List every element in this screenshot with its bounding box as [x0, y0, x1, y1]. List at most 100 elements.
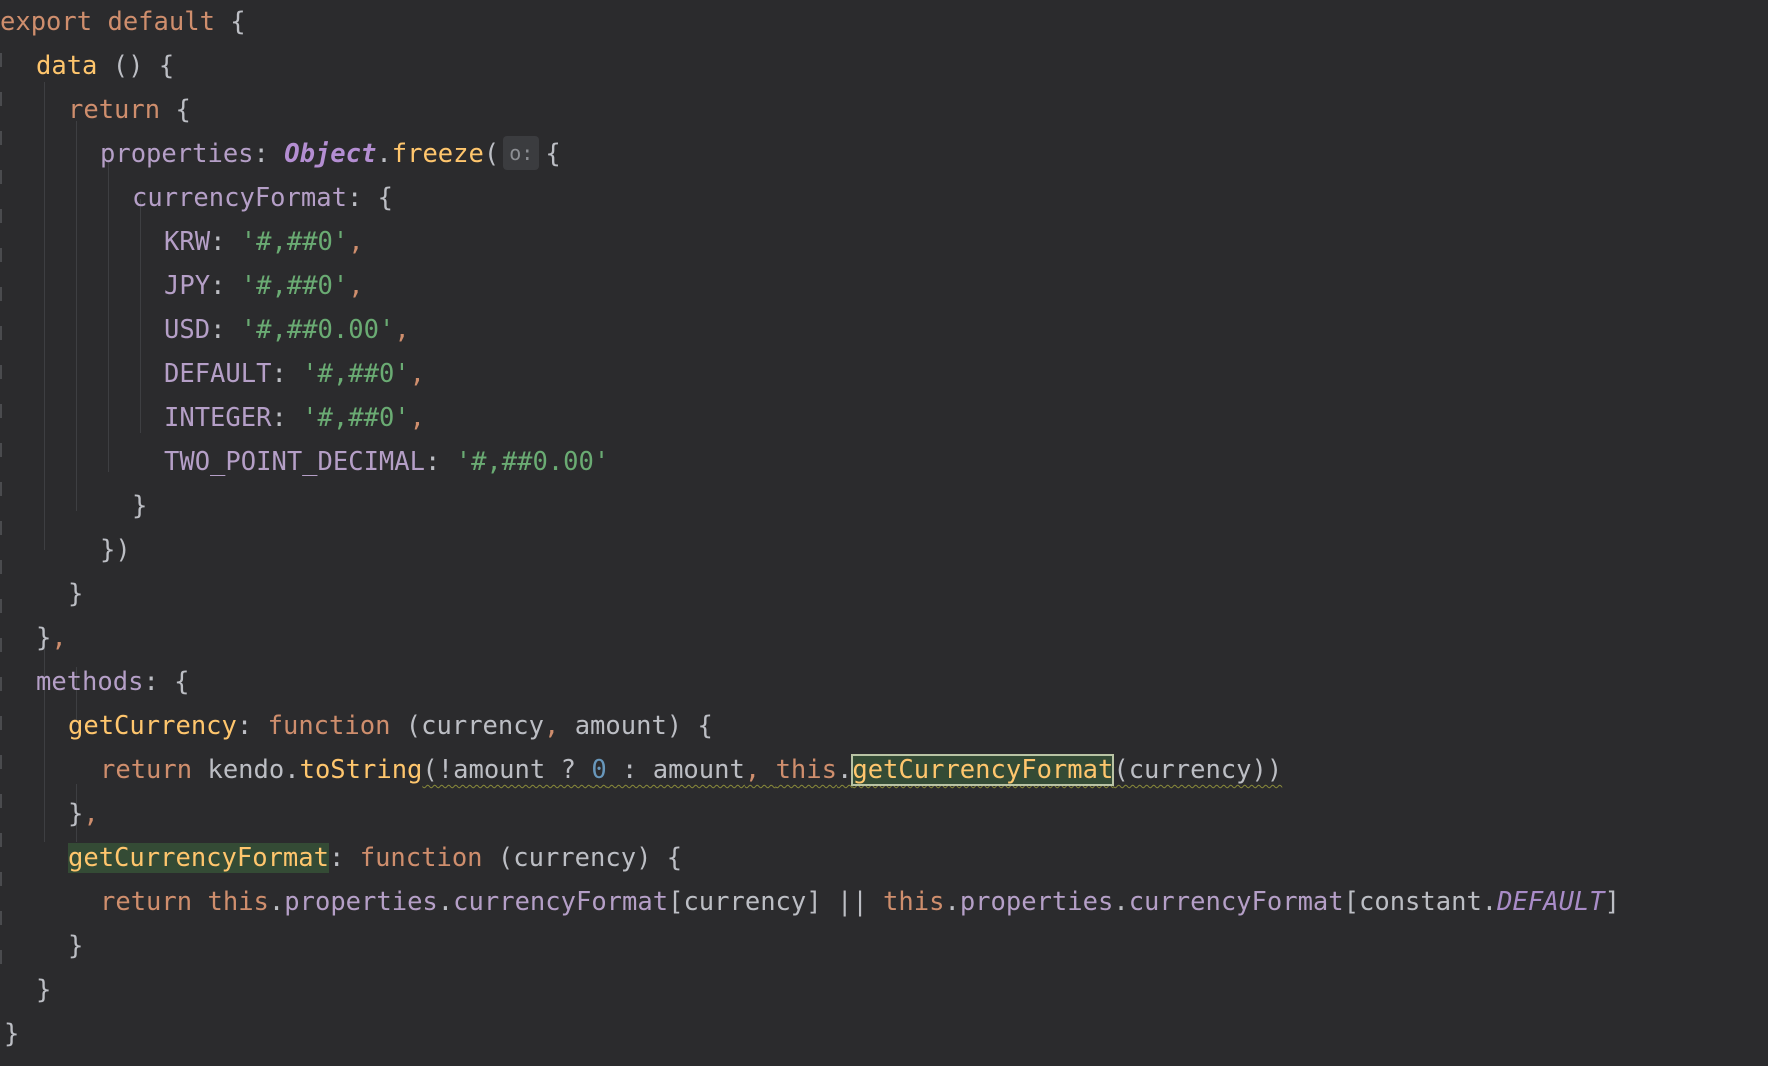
fold-marker[interactable] [0, 560, 2, 574]
token-param: (currency [390, 711, 544, 741]
token-param: (currency) { [482, 843, 683, 873]
fold-marker[interactable] [0, 287, 2, 301]
token-punct: : [253, 139, 285, 169]
fold-marker[interactable] [0, 404, 2, 418]
token-punct: { [160, 95, 191, 125]
token-punct: { [230, 7, 246, 37]
token-punct: . [376, 139, 392, 169]
fold-marker[interactable] [0, 872, 2, 886]
highlighted-declaration[interactable]: getCurrencyFormat [68, 843, 329, 873]
code-line[interactable]: } [68, 572, 83, 616]
code-line[interactable]: return this.properties.currencyFormat[cu… [100, 880, 1620, 924]
token-punct: : [210, 271, 241, 301]
token-punct: , [409, 403, 426, 433]
token-punct: : [271, 403, 303, 433]
code-line[interactable]: return kendo.toString(!amount ? 0 : amou… [100, 748, 1282, 792]
indent-guide [140, 199, 141, 433]
fold-marker[interactable] [0, 482, 2, 496]
fold-marker[interactable] [0, 365, 2, 379]
token-class: Object [284, 139, 377, 169]
token-property: currencyFormat [453, 887, 669, 917]
token-property: properties [100, 139, 254, 169]
indent-guide [44, 82, 45, 550]
token-string: '#,##0' [240, 271, 349, 301]
fold-marker[interactable] [0, 248, 2, 262]
fold-marker[interactable] [0, 911, 2, 925]
token-punct: : [236, 711, 268, 741]
fold-marker[interactable] [0, 716, 2, 730]
token-expr: (currency)) [1113, 755, 1283, 785]
token-keyword: this [883, 887, 945, 917]
fold-marker[interactable] [0, 521, 2, 535]
code-line[interactable]: JPY: '#,##0', [164, 264, 364, 308]
code-line[interactable]: USD: '#,##0.00', [164, 308, 410, 352]
code-line[interactable]: currencyFormat: { [132, 176, 393, 220]
code-line[interactable]: properties: Object.freeze(o:{ [100, 132, 561, 176]
token-expr: [constant. [1343, 887, 1498, 917]
token-property: properties [959, 887, 1114, 917]
token-function: data [36, 51, 98, 81]
fold-marker[interactable] [0, 677, 2, 691]
code-line[interactable]: getCurrencyFormat: function (currency) { [68, 836, 682, 880]
token-property: KRW [164, 227, 211, 257]
code-line[interactable]: } [132, 484, 147, 528]
code-line[interactable]: } [36, 968, 51, 1012]
token-punct: : [329, 843, 360, 873]
fold-marker[interactable] [0, 794, 2, 808]
code-line[interactable]: TWO_POINT_DECIMAL: '#,##0.00' [164, 440, 609, 484]
code-line[interactable]: }) [100, 528, 131, 572]
code-line[interactable]: getCurrency: function (currency, amount)… [68, 704, 713, 748]
fold-marker[interactable] [0, 131, 2, 145]
fold-marker[interactable] [0, 599, 2, 613]
token-keyword: this [207, 887, 269, 917]
highlighted-usage[interactable]: getCurrencyFormat [851, 754, 1115, 786]
token-punct: , [744, 755, 776, 785]
token-punct: }) [100, 535, 131, 565]
token-string: '#,##0.00' [455, 447, 610, 477]
token-function: getCurrency [68, 711, 237, 741]
token-param: amount) { [574, 711, 713, 741]
token-punct: } [68, 579, 84, 609]
token-punct: . [437, 887, 454, 917]
fold-marker[interactable] [0, 755, 2, 769]
fold-marker[interactable] [0, 443, 2, 457]
token-string: '#,##0' [302, 403, 410, 433]
token-punct: , [409, 359, 426, 389]
code-line[interactable]: KRW: '#,##0', [164, 220, 364, 264]
code-line[interactable]: }, [68, 792, 99, 836]
code-line[interactable]: INTEGER: '#,##0', [164, 396, 425, 440]
token-expr: [currency] || [668, 887, 884, 917]
token-keyword: return [68, 95, 161, 125]
fold-marker[interactable] [0, 638, 2, 652]
fold-marker[interactable] [0, 833, 2, 847]
token-punct: . [268, 887, 285, 917]
code-line[interactable]: export default { [0, 0, 246, 44]
token-property: methods [36, 667, 144, 697]
token-property: JPY [164, 271, 211, 301]
token-punct: } [36, 975, 52, 1005]
token-punct: } [132, 491, 148, 521]
code-line[interactable]: return { [68, 88, 191, 132]
token-punct: : { [143, 667, 190, 697]
token-punct: } [68, 799, 84, 829]
code-line[interactable]: } [68, 924, 83, 968]
token-punct: . [836, 755, 853, 785]
fold-marker[interactable] [0, 92, 2, 106]
fold-marker[interactable] [0, 326, 2, 340]
code-line[interactable]: } [4, 1012, 19, 1056]
fold-marker[interactable] [0, 950, 2, 964]
token-number: 0 [591, 755, 607, 785]
token-punct: : [210, 315, 241, 345]
token-function: freeze [391, 139, 484, 169]
token-punct: : [271, 359, 303, 389]
token-string: '#,##0' [302, 359, 410, 389]
fold-marker[interactable] [0, 170, 2, 184]
code-line[interactable]: data () { [36, 44, 174, 88]
code-line[interactable]: DEFAULT: '#,##0', [164, 352, 425, 396]
code-editor[interactable]: export default { data () { return { prop… [0, 0, 1768, 1066]
token-keyword: this [775, 755, 837, 785]
code-line[interactable]: methods: { [36, 660, 190, 704]
fold-marker[interactable] [0, 209, 2, 223]
code-line[interactable]: }, [36, 616, 67, 660]
fold-marker[interactable] [0, 53, 2, 67]
